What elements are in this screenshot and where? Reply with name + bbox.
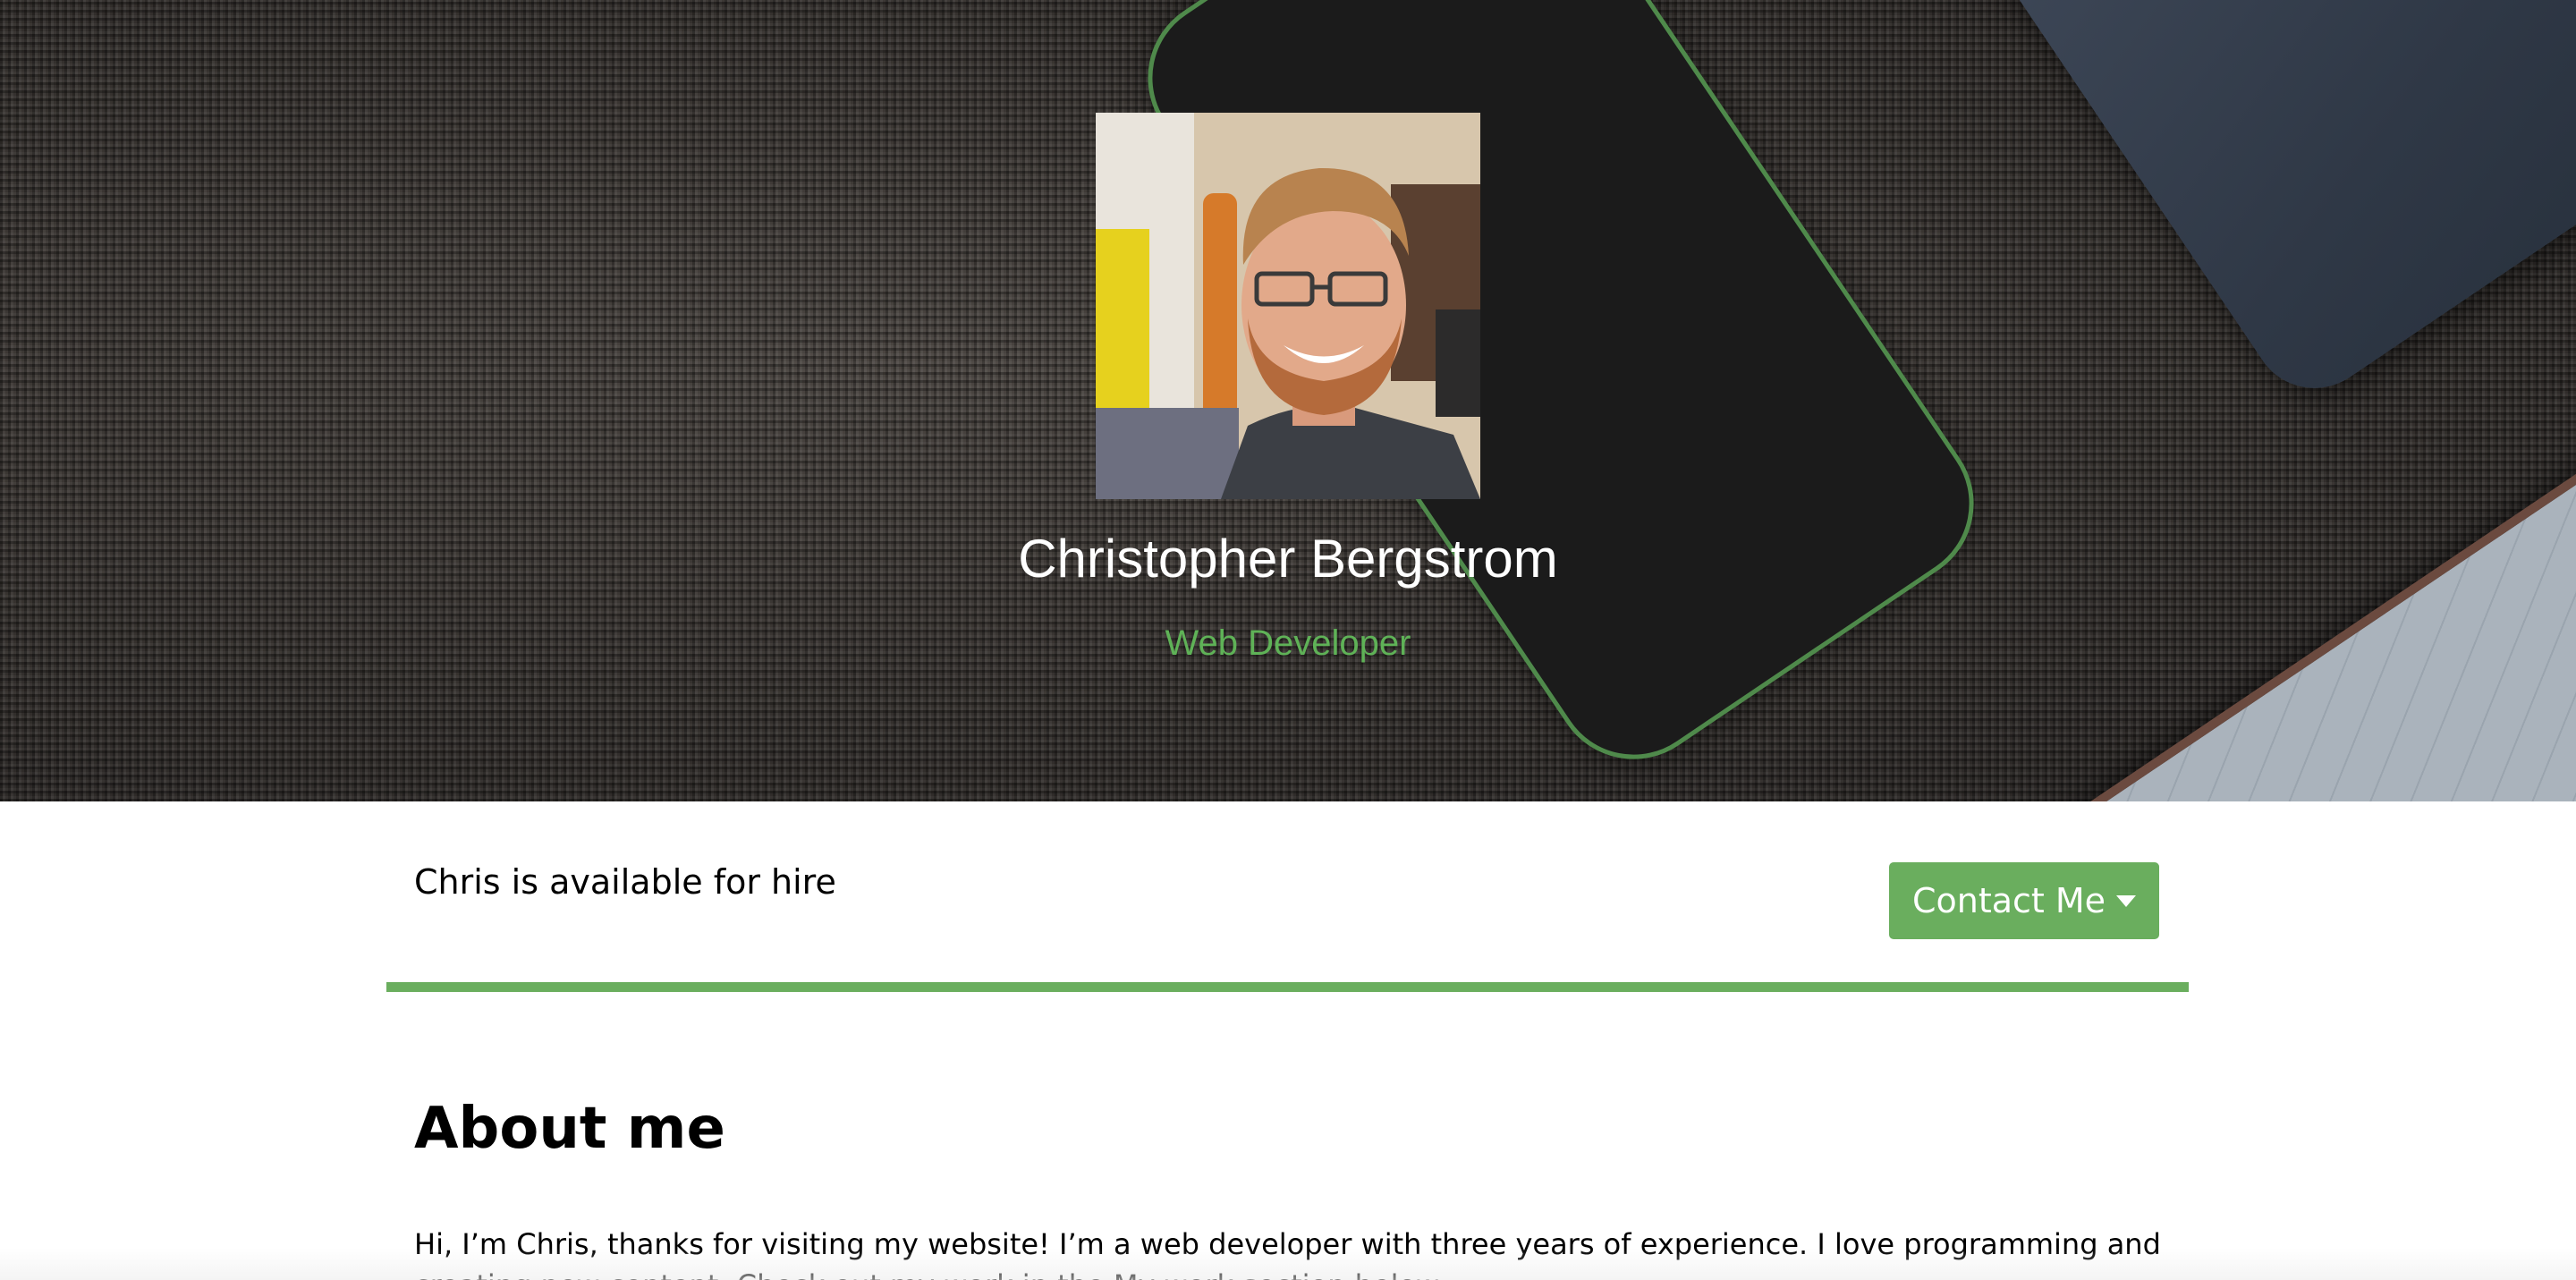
- background-notebook: [2027, 394, 2576, 801]
- caret-down-icon: [2116, 895, 2137, 907]
- section-divider: [386, 982, 2189, 992]
- availability-text: Chris is available for hire: [414, 862, 836, 902]
- profile-photo: [1096, 113, 1480, 499]
- hero-banner: Christopher Bergstrom Web Developer: [0, 0, 2576, 801]
- hero-name: Christopher Bergstrom: [1018, 529, 1558, 589]
- about-heading: About me: [414, 1096, 725, 1162]
- hero-job-title: Web Developer: [1165, 623, 1411, 663]
- contact-me-button-label: Contact Me: [1911, 881, 2106, 920]
- background-tablet: [1977, 0, 2576, 413]
- contact-me-button[interactable]: Contact Me: [1889, 862, 2159, 939]
- about-paragraph: Hi, I’m Chris, thanks for visiting my we…: [414, 1227, 2161, 1280]
